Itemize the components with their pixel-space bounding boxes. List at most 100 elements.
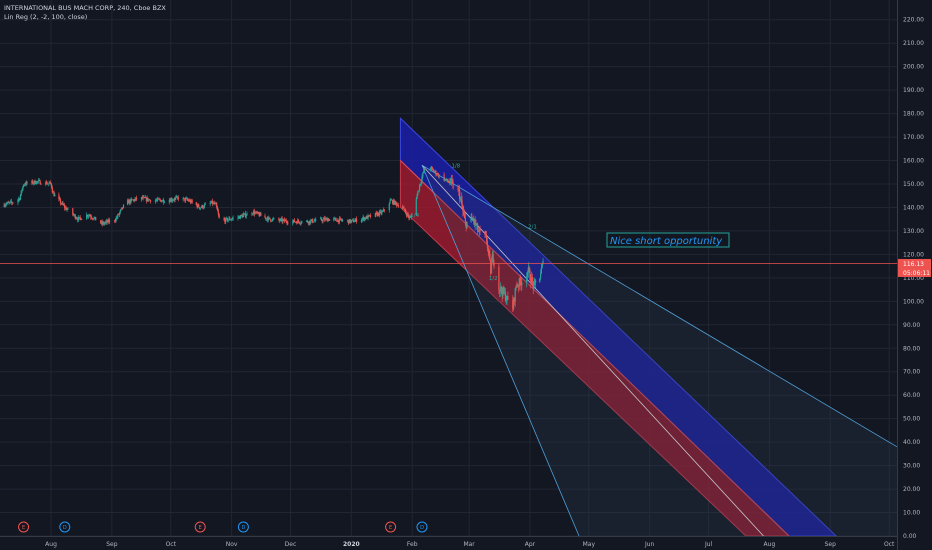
candle-body-76 — [89, 215, 91, 217]
x-tick-4: Dec — [285, 541, 297, 548]
candle-body-155 — [177, 197, 179, 200]
candle-body-191 — [218, 214, 220, 219]
y-tick-19: 190.00 — [903, 87, 924, 94]
symbol-title[interactable]: INTERNATIONAL BUS MACH CORP, 240, Cboe B… — [4, 4, 166, 13]
candle-body-363 — [418, 190, 420, 191]
fan-label-0: 1/8 — [451, 164, 460, 170]
candle-body-240 — [278, 218, 280, 221]
candle-body-463 — [531, 277, 534, 282]
event-marker-label-0: E — [22, 525, 25, 531]
candle-body-359 — [410, 214, 412, 218]
candle-body-432 — [498, 266, 500, 290]
candle-body-17 — [21, 189, 23, 191]
candle-body-455 — [521, 282, 523, 286]
y-tick-17: 170.00 — [903, 134, 924, 141]
candle-body-35 — [40, 184, 42, 185]
candle-body-254 — [293, 219, 296, 223]
candle-body-279 — [322, 219, 324, 222]
candle-body-117 — [134, 199, 136, 201]
candle-body-312 — [360, 219, 363, 223]
candle-body-188 — [216, 203, 218, 208]
candle-body-456 — [526, 276, 528, 283]
candle-body-227 — [260, 213, 262, 216]
candle-body-40 — [48, 183, 50, 184]
candle-body-425 — [488, 250, 490, 254]
x-tick-14: Oct — [884, 541, 895, 548]
candle-body-203 — [232, 217, 234, 219]
x-tick-7: Mar — [463, 541, 475, 548]
candle-body-368 — [422, 172, 424, 177]
candle-body-470 — [540, 267, 543, 274]
candle-body-60 — [72, 208, 74, 215]
price-label-text-0: 116.13 — [903, 261, 924, 268]
candle-body-329 — [378, 211, 381, 216]
candle-body-48 — [58, 194, 60, 199]
candle-body-224 — [257, 212, 260, 214]
candle-body-374 — [431, 167, 433, 169]
candle-body-252 — [292, 221, 294, 224]
candle-body-11 — [12, 202, 14, 204]
event-marker-label-1: D — [63, 525, 67, 531]
annotations: Nice short opportunity — [606, 232, 730, 248]
candle-body-210 — [242, 215, 244, 218]
candle-body-65 — [76, 218, 78, 219]
candle-body-190 — [217, 211, 219, 215]
candle-body-154 — [176, 196, 179, 198]
candle-body-262 — [300, 222, 302, 224]
candle-body-324 — [374, 212, 376, 217]
candle-body-376 — [432, 169, 435, 172]
candle-body-275 — [315, 218, 317, 221]
candle-body-440 — [504, 291, 507, 301]
candle-body-42 — [50, 182, 52, 184]
candle-body-367 — [421, 176, 423, 182]
y-tick-2: 20.00 — [903, 486, 920, 493]
candle-body-171 — [198, 204, 200, 208]
candle-body-58 — [66, 209, 68, 211]
candle-body-238 — [272, 218, 274, 220]
candle-body-181 — [210, 202, 212, 204]
candle-body-402 — [462, 206, 464, 212]
candle-body-201 — [230, 219, 233, 220]
y-tick-3: 30.00 — [903, 463, 920, 470]
candle-body-272 — [312, 222, 314, 223]
candle-body-83 — [95, 216, 97, 221]
candle-body-245 — [282, 219, 284, 222]
candle-body-107 — [122, 204, 125, 209]
candle-body-1 — [4, 205, 6, 207]
x-tick-12: Aug — [764, 541, 776, 548]
x-tick-3: Nov — [226, 541, 238, 548]
candle-body-233 — [268, 217, 270, 218]
candle-body-265 — [306, 220, 309, 223]
candle-body-95 — [108, 220, 111, 223]
candle-body-333 — [382, 211, 384, 212]
fan-label-2: 1/2 — [489, 276, 498, 282]
candle-body-430 — [492, 253, 494, 262]
candle-body-167 — [191, 200, 193, 203]
candle-body-407 — [466, 221, 468, 229]
y-tick-22: 220.00 — [903, 17, 924, 24]
candle-body-269 — [310, 220, 312, 224]
candle-body-405 — [464, 218, 466, 222]
candle-body-355 — [407, 213, 409, 216]
candle-body-142 — [162, 199, 165, 203]
y-tick-6: 60.00 — [903, 392, 920, 399]
candle-body-323 — [369, 215, 372, 217]
candle-body-299 — [342, 220, 344, 221]
candle-body-197 — [227, 219, 229, 221]
x-tick-13: Sep — [825, 541, 837, 548]
price-chart[interactable]: 1/82/11/21/4 Nice short opportunity 0.00… — [0, 0, 932, 550]
candle-body-409 — [471, 216, 473, 219]
candle-body-469 — [539, 273, 542, 279]
candle-body-468 — [539, 278, 541, 283]
candle-body-45 — [52, 192, 54, 193]
x-tick-2: Oct — [166, 541, 177, 548]
candle-body-234 — [269, 217, 271, 220]
candle-body-361 — [416, 194, 418, 199]
candle-body-362 — [417, 190, 419, 195]
indicator-title[interactable]: Lin Reg (2, -2, 100, close) — [4, 13, 166, 22]
candle-body-369 — [423, 171, 425, 173]
y-tick-5: 50.00 — [903, 416, 920, 423]
candle-body-152 — [175, 197, 177, 199]
x-tick-0: Aug — [45, 541, 57, 548]
candle-body-467 — [535, 280, 537, 283]
